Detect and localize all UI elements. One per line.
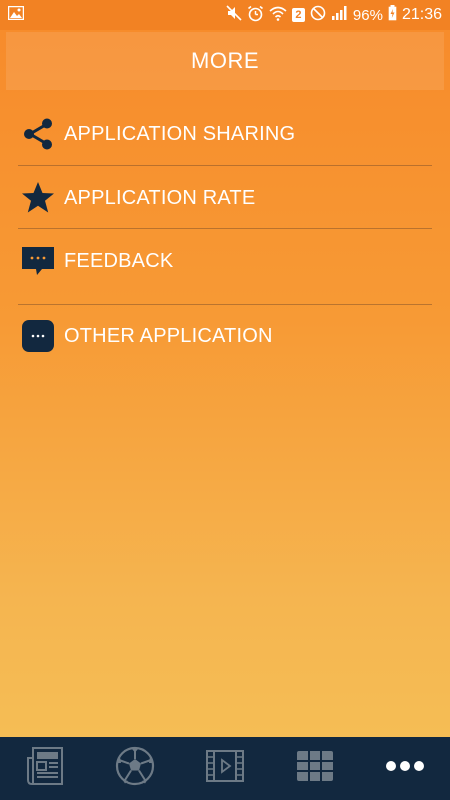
nav-football[interactable]	[105, 739, 165, 799]
more-dots-icon	[385, 759, 425, 778]
gallery-notification-icon	[7, 5, 25, 24]
page-title: MORE	[191, 48, 259, 73]
menu-item-label: APPLICATION RATE	[64, 186, 256, 209]
nav-video[interactable]	[195, 739, 255, 799]
menu-item-feedback[interactable]: FEEDBACK	[18, 229, 432, 293]
star-icon	[20, 180, 56, 216]
nav-news[interactable]	[15, 739, 75, 799]
header-bar: MORE	[6, 32, 444, 90]
bottom-navigation	[0, 737, 450, 800]
news-icon	[26, 746, 64, 791]
feedback-icon	[20, 243, 56, 279]
menu-item-application-rate[interactable]: APPLICATION RATE	[18, 166, 432, 230]
menu-item-other-application[interactable]: OTHER APPLICATION	[18, 304, 432, 368]
menu-item-label: OTHER APPLICATION	[64, 324, 273, 347]
menu-item-label: APPLICATION SHARING	[64, 122, 296, 145]
video-icon	[205, 749, 245, 788]
more-apps-icon	[20, 318, 56, 354]
sim-badge: 2	[291, 8, 305, 22]
status-bar: 2 96% 21:36	[0, 0, 450, 30]
battery-percent: 96%	[352, 6, 383, 24]
menu-item-application-sharing[interactable]: APPLICATION SHARING	[18, 102, 432, 166]
clock: 21:36	[401, 6, 442, 23]
nav-standings[interactable]	[285, 739, 345, 799]
mute-icon	[226, 5, 242, 25]
do-not-disturb-icon	[310, 5, 326, 25]
wifi-icon	[269, 6, 287, 25]
share-icon	[20, 116, 56, 152]
soccer-ball-icon	[115, 746, 155, 791]
battery-icon	[388, 5, 397, 25]
nav-more[interactable]	[375, 739, 435, 799]
signal-icon	[331, 5, 348, 25]
menu-item-label: FEEDBACK	[64, 249, 174, 272]
table-icon	[296, 750, 334, 787]
alarm-icon	[247, 5, 264, 26]
